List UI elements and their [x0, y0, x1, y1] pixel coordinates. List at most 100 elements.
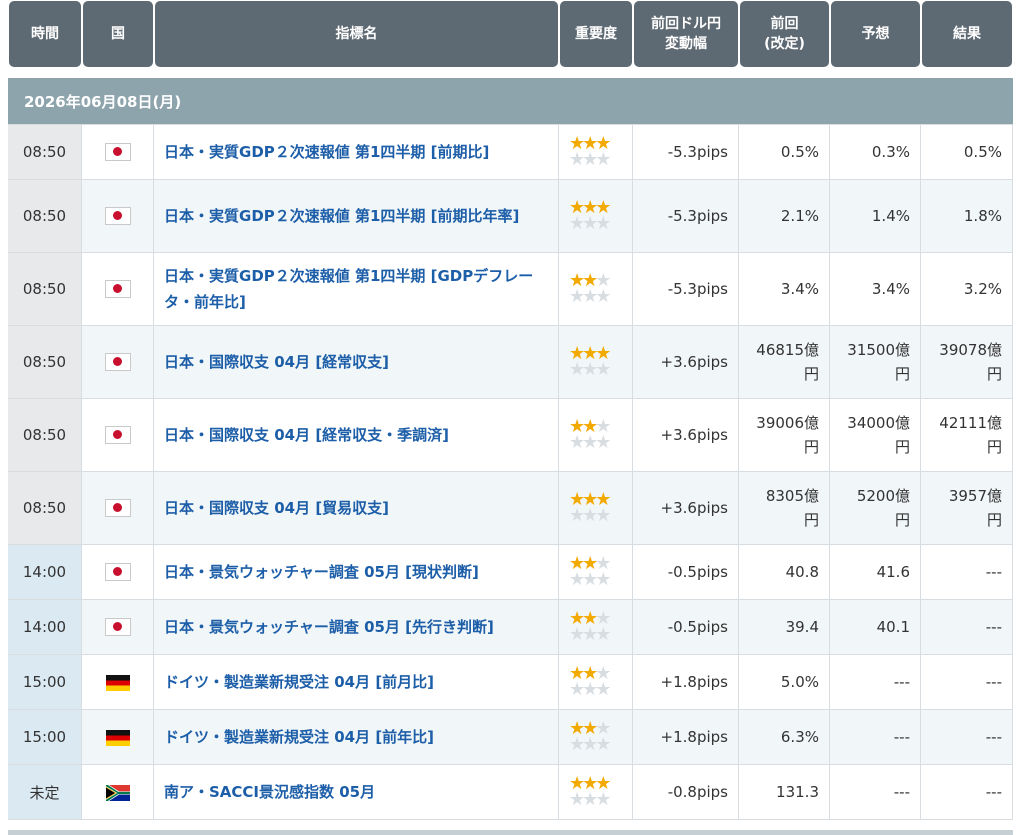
jp-flag-icon	[104, 618, 131, 637]
event-name-link[interactable]: 南ア・SACCI景況感指数 05月	[164, 783, 375, 801]
header-time[interactable]: 時間	[9, 1, 81, 67]
jp-flag-icon	[104, 207, 131, 226]
event-name-link[interactable]: 日本・国際収支 04月 [経常収支]	[164, 353, 389, 371]
calendar-table: 時間 国 指標名 重要度 前回ドル円 変動幅 前回 (改定) 予想 結果 202…	[8, 0, 1013, 820]
event-name-link[interactable]: 日本・実質GDP２次速報値 第1四半期 [前期比年率]	[164, 207, 519, 225]
table-row[interactable]: 15:00 ドイツ・製造業新規受注 04月 [前月比] ★★★ ★★★ +1.8pips…	[8, 655, 1013, 710]
table-row[interactable]: 08:50 日本・国際収支 04月 [経常収支・季調済] ★★★ ★★★ +3.6pip…	[8, 399, 1013, 472]
pips-change: -0.5pips	[633, 600, 739, 655]
header-pips-change[interactable]: 前回ドル円 変動幅	[634, 1, 738, 67]
event-time: 15:00	[8, 655, 82, 710]
importance-rating: ★★★ ★★★	[559, 710, 633, 765]
forecast-value: 3.4%	[830, 253, 921, 326]
result-value: ---	[921, 655, 1013, 710]
result-value: ---	[921, 765, 1013, 820]
event-name-link[interactable]: 日本・景気ウォッチャー調査 05月 [先行き判断]	[164, 618, 494, 636]
header-forecast[interactable]: 予想	[831, 1, 920, 67]
star-icon: ★★★ ★★★	[569, 553, 611, 590]
event-name-link[interactable]: 日本・景気ウォッチャー調査 05月 [現状判断]	[164, 563, 479, 581]
pips-change: -5.3pips	[633, 125, 739, 180]
previous-value: 131.3	[739, 765, 830, 820]
header-indicator[interactable]: 指標名	[155, 1, 558, 67]
event-country	[82, 180, 154, 253]
header-previous[interactable]: 前回 (改定)	[740, 1, 829, 67]
forecast-value: 31500億円	[830, 326, 921, 399]
importance-rating: ★★★ ★★★	[559, 472, 633, 545]
importance-rating: ★★★ ★★★	[559, 326, 633, 399]
event-country	[82, 472, 154, 545]
table-row[interactable]: 未定 南ア・SACCI景況感指数 05月 ★★★ ★★★ -0.8pips 131.3 --…	[8, 765, 1013, 820]
de-flag-icon	[105, 729, 130, 746]
pips-change: -5.3pips	[633, 253, 739, 326]
event-name-link[interactable]: ドイツ・製造業新規受注 04月 [前年比]	[164, 728, 434, 746]
importance-rating: ★★★ ★★★	[559, 600, 633, 655]
previous-value: 8305億円	[739, 472, 830, 545]
star-icon: ★★★ ★★★	[569, 773, 611, 810]
table-row[interactable]: 08:50 日本・実質GDP２次速報値 第1四半期 [前期比年率] ★★★ ★★★ -5…	[8, 180, 1013, 253]
table-row[interactable]: 14:00 日本・景気ウォッチャー調査 05月 [現状判断] ★★★ ★★★ -0.5p…	[8, 545, 1013, 600]
date-label: 2026年06月08日(月)	[8, 78, 1013, 125]
event-name-link[interactable]: 日本・実質GDP２次速報値 第1四半期 [前期比]	[164, 143, 489, 161]
event-name-link[interactable]: 日本・国際収支 04月 [貿易収支]	[164, 499, 389, 517]
pips-change: -5.3pips	[633, 180, 739, 253]
jp-flag-icon	[104, 280, 131, 299]
pips-change: +3.6pips	[633, 399, 739, 472]
importance-rating: ★★★ ★★★	[559, 399, 633, 472]
table-row[interactable]: 14:00 日本・景気ウォッチャー調査 05月 [先行き判断] ★★★ ★★★ -0.5…	[8, 600, 1013, 655]
event-country	[82, 253, 154, 326]
forecast-value: 0.3%	[830, 125, 921, 180]
importance-rating: ★★★ ★★★	[559, 125, 633, 180]
previous-value: 0.5%	[739, 125, 830, 180]
table-row[interactable]: 08:50 日本・実質GDP２次速報値 第1四半期 [前期比] ★★★ ★★★ -5.3…	[8, 125, 1013, 180]
jp-flag-icon	[104, 499, 131, 518]
table-row[interactable]: 08:50 日本・国際収支 04月 [貿易収支] ★★★ ★★★ +3.6pips 830…	[8, 472, 1013, 545]
event-name-cell: 日本・景気ウォッチャー調査 05月 [先行き判断]	[154, 600, 559, 655]
pips-change: -0.8pips	[633, 765, 739, 820]
event-name-link[interactable]: 日本・実質GDP２次速報値 第1四半期 [GDPデフレータ・前年比]	[164, 267, 533, 311]
event-name-cell: 日本・実質GDP２次速報値 第1四半期 [前期比]	[154, 125, 559, 180]
header-importance[interactable]: 重要度	[560, 1, 632, 67]
forecast-value: ---	[830, 765, 921, 820]
result-value: ---	[921, 710, 1013, 765]
result-value: 0.5%	[921, 125, 1013, 180]
pips-change: +3.6pips	[633, 326, 739, 399]
pips-change: +1.8pips	[633, 710, 739, 765]
event-name-cell: 日本・実質GDP２次速報値 第1四半期 [前期比年率]	[154, 180, 559, 253]
header-country[interactable]: 国	[83, 1, 153, 67]
event-country	[82, 710, 154, 765]
table-row[interactable]: 08:50 日本・国際収支 04月 [経常収支] ★★★ ★★★ +3.6pips 468…	[8, 326, 1013, 399]
result-value: 1.8%	[921, 180, 1013, 253]
event-name-cell: 日本・実質GDP２次速報値 第1四半期 [GDPデフレータ・前年比]	[154, 253, 559, 326]
star-icon: ★★★ ★★★	[569, 489, 611, 526]
star-icon: ★★★ ★★★	[569, 663, 611, 700]
jp-flag-icon	[104, 563, 131, 582]
star-icon: ★★★ ★★★	[569, 343, 611, 380]
forecast-value: 40.1	[830, 600, 921, 655]
star-icon: ★★★ ★★★	[569, 416, 611, 453]
star-icon: ★★★ ★★★	[569, 197, 611, 234]
jp-flag-icon	[104, 143, 131, 162]
event-name-link[interactable]: 日本・国際収支 04月 [経常収支・季調済]	[164, 426, 449, 444]
event-name-link[interactable]: ドイツ・製造業新規受注 04月 [前月比]	[164, 673, 434, 691]
result-value: 39078億円	[921, 326, 1013, 399]
star-icon: ★★★ ★★★	[569, 718, 611, 755]
previous-value: 46815億円	[739, 326, 830, 399]
event-name-cell: 日本・国際収支 04月 [経常収支]	[154, 326, 559, 399]
table-row[interactable]: 08:50 日本・実質GDP２次速報値 第1四半期 [GDPデフレータ・前年比] ★…	[8, 253, 1013, 326]
importance-rating: ★★★ ★★★	[559, 765, 633, 820]
event-time: 08:50	[8, 472, 82, 545]
table-row[interactable]: 15:00 ドイツ・製造業新規受注 04月 [前年比] ★★★ ★★★ +1.8pips…	[8, 710, 1013, 765]
star-icon: ★★★ ★★★	[569, 270, 611, 307]
previous-value: 5.0%	[739, 655, 830, 710]
event-time: 08:50	[8, 125, 82, 180]
result-value: ---	[921, 600, 1013, 655]
previous-value: 39006億円	[739, 399, 830, 472]
economic-calendar: 時間 国 指標名 重要度 前回ドル円 変動幅 前回 (改定) 予想 結果 202…	[0, 0, 1024, 835]
result-value: ---	[921, 545, 1013, 600]
event-time: 08:50	[8, 253, 82, 326]
previous-value: 3.4%	[739, 253, 830, 326]
event-time: 08:50	[8, 399, 82, 472]
header-result[interactable]: 結果	[922, 1, 1012, 67]
forecast-value: 41.6	[830, 545, 921, 600]
previous-value: 6.3%	[739, 710, 830, 765]
